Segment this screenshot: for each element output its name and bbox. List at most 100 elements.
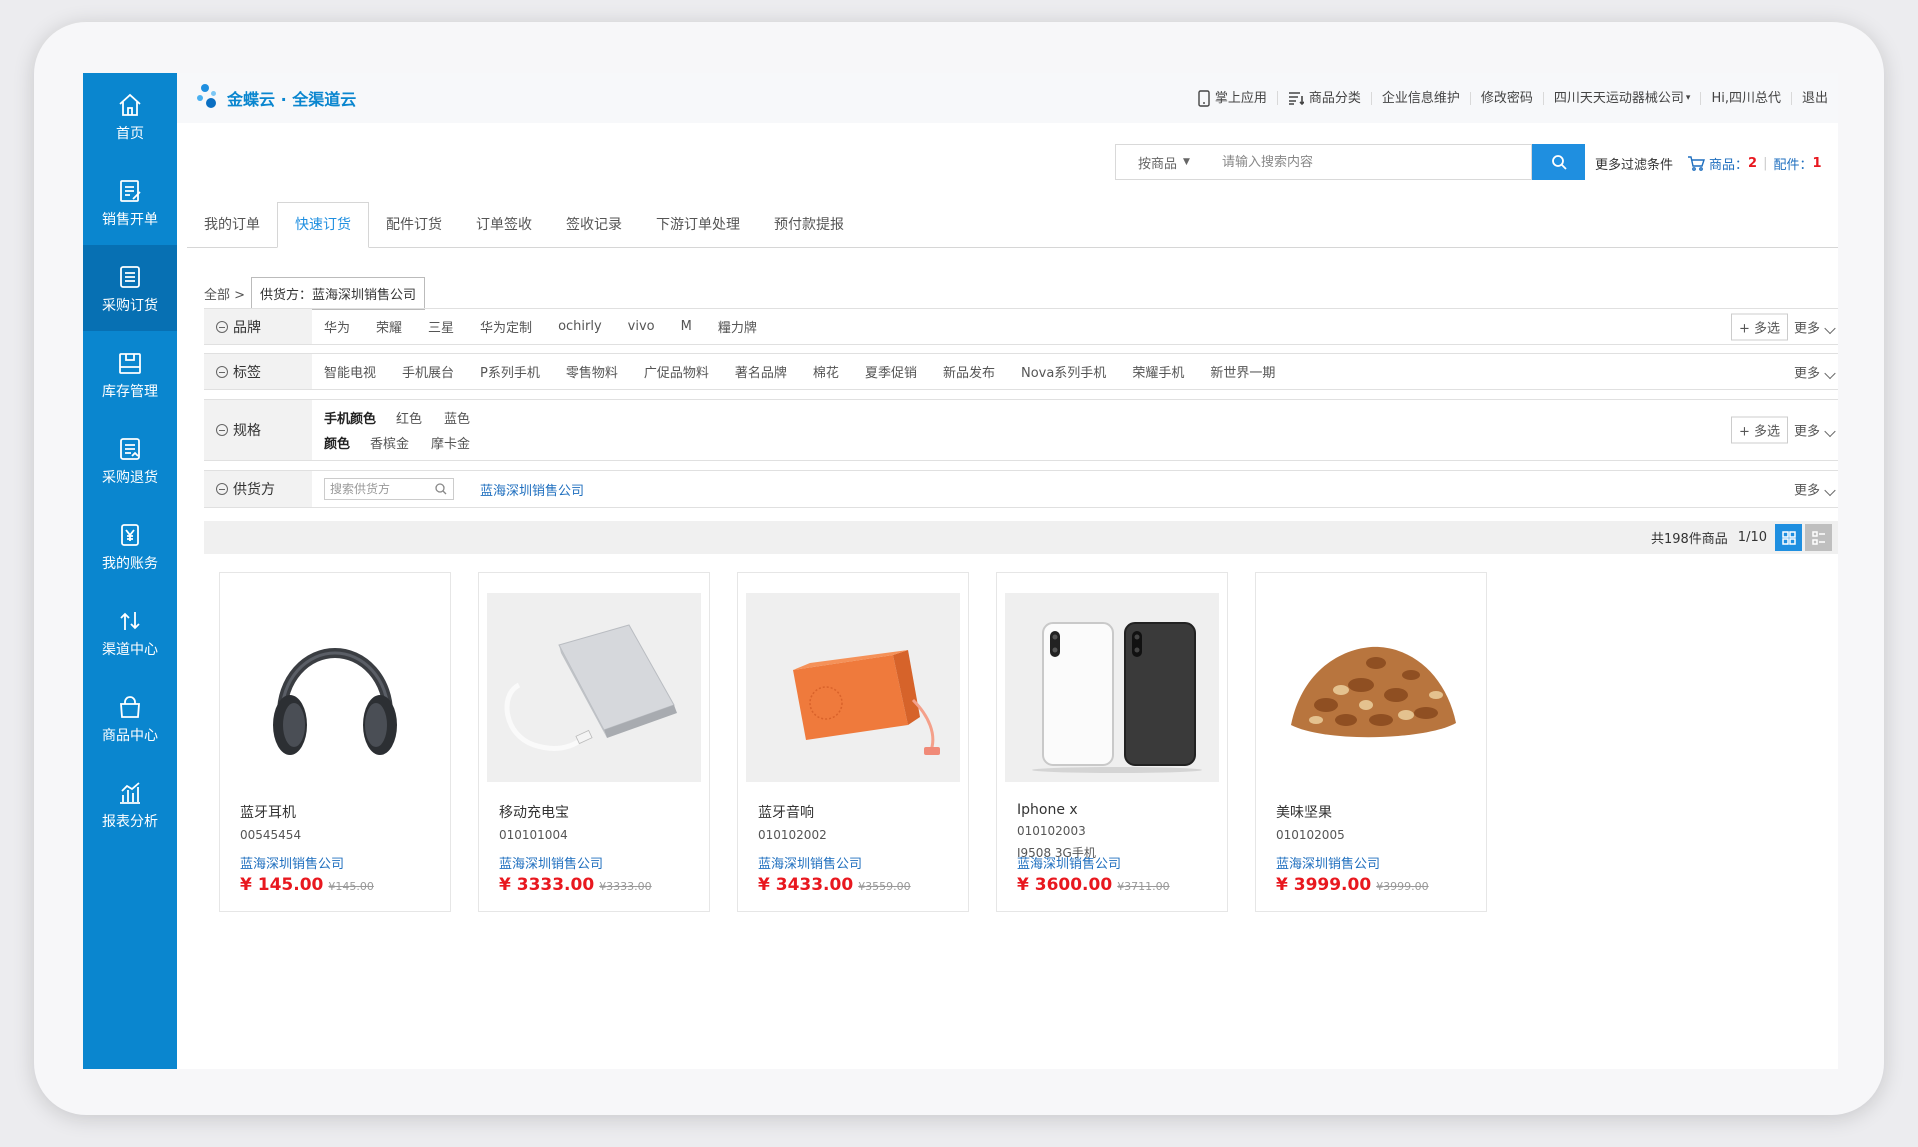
tag-option[interactable]: 夏季促销 bbox=[865, 362, 917, 381]
product-card[interactable]: 蓝牙音响 010102002 蓝海深圳销售公司 ¥ 3433.00 ¥3559.… bbox=[737, 572, 969, 912]
tag-option[interactable]: 手机展台 bbox=[402, 362, 454, 381]
multi-select-button[interactable]: + 多选 bbox=[1730, 416, 1788, 444]
more-button[interactable]: 更多 bbox=[1794, 421, 1836, 440]
sidebar-item-purchase-order[interactable]: 采购订货 bbox=[83, 245, 177, 331]
sidebar-item-purchase-return[interactable]: 采购退货 bbox=[83, 417, 177, 503]
tag-option[interactable]: 著名品牌 bbox=[735, 362, 787, 381]
tab-parts-order[interactable]: 配件订货 bbox=[369, 203, 459, 247]
breadcrumb-supplier-tag[interactable]: 供货方：蓝海深圳销售公司 bbox=[251, 277, 426, 310]
tab-quick-order[interactable]: 快速订货 bbox=[277, 202, 369, 248]
product-card[interactable]: 美味坚果 010102005 蓝海深圳销售公司 ¥ 3999.00 ¥3999.… bbox=[1255, 572, 1487, 912]
spec-name: 手机颜色 bbox=[324, 412, 377, 427]
sidebar-item-channel-center[interactable]: 渠道中心 bbox=[83, 589, 177, 675]
grid-icon bbox=[1781, 530, 1796, 545]
logo[interactable]: 金蝶云 · 全渠道云 bbox=[197, 83, 356, 113]
tab-my-orders[interactable]: 我的订单 bbox=[187, 203, 277, 247]
product-supplier[interactable]: 蓝海深圳销售公司 bbox=[1017, 853, 1121, 872]
spec-option[interactable]: 红色 bbox=[396, 408, 422, 427]
supplier-search-input[interactable] bbox=[325, 479, 453, 499]
spec-row: 手机颜色 红色 蓝色 bbox=[324, 405, 492, 430]
tab-receipt-records[interactable]: 签收记录 bbox=[549, 203, 639, 247]
nav-goods-category-label: 商品分类 bbox=[1308, 90, 1361, 106]
product-card[interactable]: 移动充电宝 010101004 蓝海深圳销售公司 ¥ 3333.00 ¥3333… bbox=[478, 572, 710, 912]
filter-label[interactable]: 品牌 bbox=[204, 309, 312, 344]
multi-select-button[interactable]: + 多选 bbox=[1730, 313, 1788, 340]
filter-brand: 品牌 华为 荣耀 三星 华为定制 ochirly vivo M 糧力牌 + 多选… bbox=[204, 308, 1838, 345]
search-input[interactable] bbox=[1212, 144, 1532, 180]
spec-name: 颜色 bbox=[324, 437, 351, 452]
brand-option[interactable]: ochirly bbox=[558, 319, 602, 334]
brand-option[interactable]: 荣耀 bbox=[376, 317, 402, 336]
spec-option[interactable]: 摩卡金 bbox=[431, 433, 470, 452]
filter-label[interactable]: 标签 bbox=[204, 354, 312, 389]
filter-supplier: 供货方 蓝海深圳销售公司 更多 bbox=[204, 470, 1838, 508]
sidebar-item-home[interactable]: 首页 bbox=[83, 73, 177, 159]
sidebar-item-label: 销售开单 bbox=[102, 211, 158, 228]
brand-option[interactable]: M bbox=[681, 319, 692, 334]
nav-company-info[interactable]: 企业信息维护 bbox=[1370, 91, 1470, 105]
brand-option[interactable]: vivo bbox=[628, 319, 655, 334]
more-filter-link[interactable]: 更多过滤条件 bbox=[1595, 154, 1673, 173]
nav-change-password-label: 修改密码 bbox=[1480, 90, 1533, 106]
nav-user-greeting[interactable]: Hi,四川总代 bbox=[1700, 91, 1791, 105]
current-price: ¥ 145.00 bbox=[240, 875, 324, 895]
chevron-down-icon bbox=[1824, 322, 1836, 334]
search-button[interactable] bbox=[1532, 144, 1585, 180]
tag-option[interactable]: 零售物料 bbox=[566, 362, 618, 381]
tag-option[interactable]: 荣耀手机 bbox=[1132, 362, 1184, 381]
tag-option[interactable]: P系列手机 bbox=[480, 362, 540, 381]
nav-company-switcher[interactable]: 四川天天运动器械公司 ▾ bbox=[1542, 91, 1701, 105]
product-price: ¥ 3600.00 ¥3711.00 bbox=[1017, 875, 1170, 895]
filter-actions: 更多 bbox=[1794, 362, 1836, 381]
nav-mobile-app[interactable]: 掌上应用 bbox=[1188, 89, 1277, 107]
brand-option[interactable]: 糧力牌 bbox=[718, 317, 757, 336]
tab-downstream-orders[interactable]: 下游订单处理 bbox=[639, 203, 757, 247]
home-icon bbox=[115, 90, 145, 120]
nav-change-password[interactable]: 修改密码 bbox=[1469, 90, 1543, 106]
nav-logout[interactable]: 退出 bbox=[1790, 91, 1838, 105]
tag-option[interactable]: 新品发布 bbox=[943, 362, 995, 381]
tag-option[interactable]: 新世界一期 bbox=[1210, 362, 1275, 381]
sidebar-item-label: 采购退货 bbox=[102, 469, 158, 486]
filter-actions: + 多选 更多 bbox=[1730, 416, 1836, 444]
spec-option[interactable]: 香槟金 bbox=[370, 433, 409, 452]
caret-down-icon: ▾ bbox=[1685, 92, 1691, 103]
more-button[interactable]: 更多 bbox=[1794, 480, 1836, 499]
grid-view-button[interactable] bbox=[1775, 524, 1802, 551]
filter-label[interactable]: 规格 bbox=[204, 400, 312, 460]
sidebar-item-report-analysis[interactable]: 报表分析 bbox=[83, 761, 177, 847]
tab-order-receipt[interactable]: 订单签收 bbox=[459, 203, 549, 247]
tab-prepayment[interactable]: 预付款提报 bbox=[757, 203, 861, 247]
brand-option[interactable]: 三星 bbox=[428, 317, 454, 336]
inventory-box-icon bbox=[115, 348, 145, 378]
breadcrumb-root[interactable]: 全部 > bbox=[204, 284, 245, 303]
cart-summary[interactable]: 商品： 2 | 配件： 1 bbox=[1687, 154, 1822, 173]
product-supplier[interactable]: 蓝海深圳销售公司 bbox=[1276, 853, 1380, 872]
filter-label[interactable]: 供货方 bbox=[204, 471, 312, 507]
product-card[interactable]: Iphone x 010102003 I9508 3G手机 蓝海深圳销售公司 ¥… bbox=[996, 572, 1228, 912]
list-view-button[interactable] bbox=[1805, 524, 1832, 551]
sidebar-item-goods-center[interactable]: 商品中心 bbox=[83, 675, 177, 761]
sidebar-item-inventory[interactable]: 库存管理 bbox=[83, 331, 177, 417]
tag-option[interactable]: 智能电视 bbox=[324, 362, 376, 381]
more-button[interactable]: 更多 bbox=[1794, 362, 1836, 381]
sidebar-item-sales-billing[interactable]: 销售开单 bbox=[83, 159, 177, 245]
nav-goods-category[interactable]: 商品分类 bbox=[1276, 90, 1371, 106]
product-code: 00545454 bbox=[240, 828, 302, 842]
product-supplier[interactable]: 蓝海深圳销售公司 bbox=[240, 853, 344, 872]
tag-option[interactable]: 棉花 bbox=[813, 362, 839, 381]
sidebar-item-my-account[interactable]: 我的账务 bbox=[83, 503, 177, 589]
sidebar-item-label: 库存管理 bbox=[102, 383, 158, 400]
filter-actions: 更多 bbox=[1794, 480, 1836, 499]
more-button[interactable]: 更多 bbox=[1794, 317, 1836, 336]
brand-option[interactable]: 华为定制 bbox=[480, 317, 532, 336]
brand-option[interactable]: 华为 bbox=[324, 317, 350, 336]
spec-option[interactable]: 蓝色 bbox=[444, 408, 470, 427]
product-supplier[interactable]: 蓝海深圳销售公司 bbox=[499, 853, 603, 872]
tag-option[interactable]: Nova系列手机 bbox=[1021, 362, 1106, 381]
product-supplier[interactable]: 蓝海深圳销售公司 bbox=[758, 853, 862, 872]
supplier-option[interactable]: 蓝海深圳销售公司 bbox=[480, 480, 584, 499]
product-card[interactable]: 蓝牙耳机 00545454 蓝海深圳销售公司 ¥ 145.00 ¥145.00 bbox=[219, 572, 451, 912]
tag-option[interactable]: 广促品物料 bbox=[644, 362, 709, 381]
search-type-select[interactable]: 按商品 ▼ bbox=[1115, 144, 1213, 180]
